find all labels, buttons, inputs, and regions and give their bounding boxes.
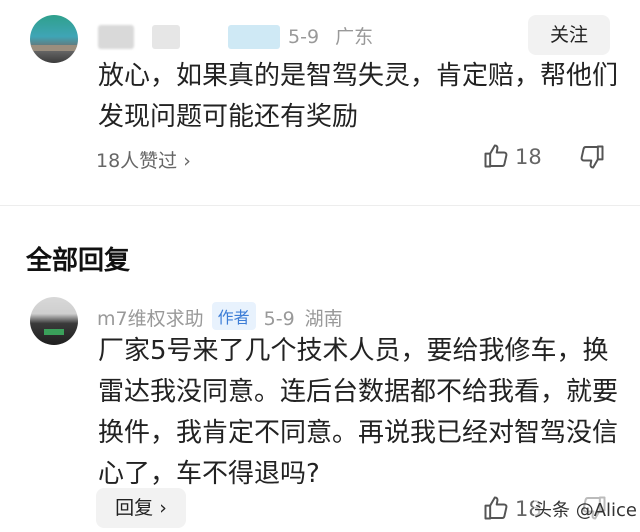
thumbs-down-icon[interactable]	[578, 143, 606, 175]
comment-location: 广东	[335, 26, 374, 48]
comment-meta: 5-9 广东	[288, 22, 383, 49]
reply-date: 5-9	[263, 308, 295, 330]
commenter-name-blurred-2	[152, 25, 180, 49]
commenter-name-blurred-3	[228, 25, 280, 49]
watermark: 头条 @Alice	[534, 496, 638, 522]
commenter-avatar[interactable]	[30, 15, 78, 63]
author-badge: 作者	[211, 302, 256, 330]
likers-link[interactable]: 18人赞过 ›	[96, 146, 191, 173]
section-title: 全部回复	[26, 246, 131, 276]
thumbs-up-icon[interactable]	[482, 142, 510, 174]
reply-meta: m7维权求助 作者 5-9 湖南	[97, 302, 343, 331]
reply-username[interactable]: m7维权求助	[97, 308, 204, 330]
divider	[0, 205, 640, 206]
comment-text: 放心，如果真的是智驾失灵，肯定赔，帮他们发现问题可能还有奖励	[98, 61, 619, 132]
thumbs-up-icon[interactable]	[482, 494, 510, 526]
reply-location: 湖南	[304, 308, 343, 330]
reply-text: 厂家5号来了几个技术人员，要给我修车，换雷达我没同意。连后台数据都不给我看，就要…	[98, 336, 619, 489]
reply-avatar[interactable]	[30, 297, 78, 345]
follow-button[interactable]: 关注	[528, 15, 610, 55]
reply-button[interactable]: 回复 ›	[96, 488, 186, 528]
chevron-right-icon: ›	[183, 150, 191, 172]
likers-label: 18人赞过	[96, 150, 178, 172]
comment-like-count: 18	[515, 145, 542, 169]
comment-date: 5-9	[288, 26, 320, 48]
commenter-name-blurred[interactable]	[98, 25, 134, 49]
